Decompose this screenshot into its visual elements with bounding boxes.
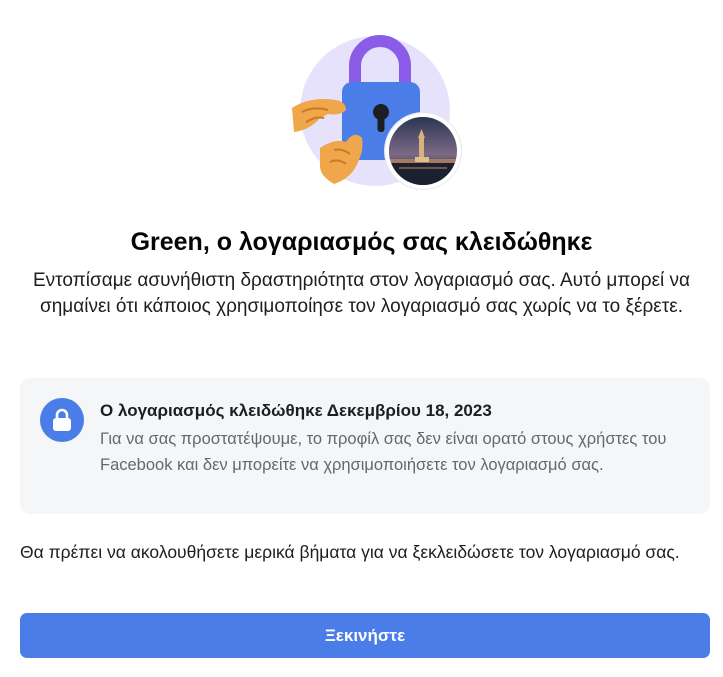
lock-icon <box>40 398 84 442</box>
page-subtitle: Εντοπίσαμε ασυνήθιστη δραστηριότητα στον… <box>32 270 691 317</box>
profile-photo-icon <box>389 117 457 185</box>
page-title: Green, ο λογαριασμός σας κλειδώθηκε <box>130 228 593 256</box>
unlock-instruction: Θα πρέπει να ακολουθήσετε μερικά βήματα … <box>20 542 680 562</box>
start-button[interactable]: Ξεκινήστε <box>20 613 710 658</box>
notice-heading: Ο λογαριασμός κλειδώθηκε Δεκεμβρίου 18, … <box>100 401 492 420</box>
profile-avatar <box>385 113 461 189</box>
account-locked-page: Green, ο λογαριασμός σας κλειδώθηκε Εντο… <box>0 0 723 677</box>
lock-notice-card: Ο λογαριασμός κλειδώθηκε Δεκεμβρίου 18, … <box>20 378 710 514</box>
notice-body: Για να σας προστατέψουμε, το προφίλ σας … <box>100 430 667 474</box>
